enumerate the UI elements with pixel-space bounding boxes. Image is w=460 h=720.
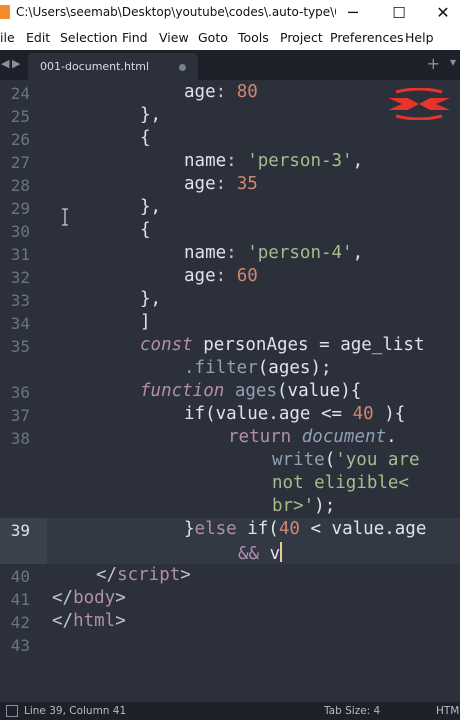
tab-size[interactable]: Tab Size: 4 <box>324 705 380 717</box>
code-line-26: { <box>140 128 151 148</box>
menu-goto[interactable]: Goto <box>198 30 228 45</box>
code-line-31: name: 'person-4', <box>184 243 364 263</box>
code-line-35: const personAges = age_list <box>140 335 425 355</box>
window-title: C:\Users\seemab\Desktop\youtube\codes\.a… <box>16 5 336 19</box>
menu-project[interactable]: Project <box>280 30 323 45</box>
status-bar: Line 39, Column 41 Tab Size: 4 HTM <box>0 702 460 720</box>
tab-label: 001-document.html <box>40 60 150 73</box>
code-line-38-wrap-1: write('you are <box>272 450 420 470</box>
tab-scroll-right-icon[interactable]: ▶ <box>12 57 20 70</box>
unsaved-dot-icon[interactable] <box>179 64 186 71</box>
line-number: 37 <box>10 406 30 425</box>
line-number: 34 <box>10 314 30 333</box>
line-number: 42 <box>10 613 30 632</box>
code-line-30: { <box>140 220 151 240</box>
line-number: 28 <box>10 176 30 195</box>
line-number: 41 <box>10 590 30 609</box>
menu-view[interactable]: View <box>159 30 189 45</box>
menu-selection[interactable]: Selection <box>60 30 118 45</box>
line-number: 43 <box>10 636 30 655</box>
new-tab-icon[interactable]: + <box>427 54 440 73</box>
title-bar: C:\Users\seemab\Desktop\youtube\codes\.a… <box>0 0 460 26</box>
code-line-41: </body> <box>52 588 126 608</box>
line-number: 24 <box>10 84 30 103</box>
tab-001-document[interactable]: 001-document.html <box>28 53 198 80</box>
code-line-29: }, <box>140 197 162 217</box>
ibeam-cursor-icon <box>62 208 68 226</box>
code-line-39-wrap: && v <box>238 542 283 564</box>
menu-preferences[interactable]: Preferences <box>330 30 404 45</box>
code-line-40: </script> <box>96 565 191 585</box>
code-line-38-wrap-3: br>'); <box>272 496 336 516</box>
line-number: 33 <box>10 291 30 310</box>
tab-bar: ◀ ▶ 001-document.html + ▾ <box>0 50 460 80</box>
code-line-34: ] <box>140 312 151 332</box>
line-number-current: 39 <box>10 521 30 540</box>
minimize-button[interactable]: ─ <box>338 2 368 24</box>
line-number: 31 <box>10 245 30 264</box>
line-number: 32 <box>10 268 30 287</box>
tab-scroll-left-icon[interactable]: ◀ <box>1 57 9 70</box>
code-line-38-wrap-2: not eligible< <box>272 473 409 493</box>
cursor-position: Line 39, Column 41 <box>24 705 127 717</box>
panel-toggle-icon[interactable] <box>6 705 18 717</box>
line-number: 29 <box>10 199 30 218</box>
line-number: 30 <box>10 222 30 241</box>
line-number: 40 <box>10 567 30 586</box>
line-number: 27 <box>10 153 30 172</box>
code-line-33: }, <box>140 289 162 309</box>
menu-edit[interactable]: Edit <box>26 30 50 45</box>
code-line-37: if(value.age <= 40 ){ <box>184 404 406 424</box>
code-line-25: }, <box>140 105 162 125</box>
code-line-24: age: 80 <box>184 82 258 102</box>
sublime-app-icon <box>0 5 10 19</box>
menu-file[interactable]: ile <box>0 30 15 45</box>
menu-tools[interactable]: Tools <box>238 30 269 45</box>
code-editor[interactable]: 24 25 26 27 28 29 30 31 32 33 34 35 36 3… <box>0 82 460 702</box>
maximize-button[interactable]: ☐ <box>384 2 414 24</box>
menu-help[interactable]: Help <box>405 30 434 45</box>
code-line-38: return document. <box>228 427 397 447</box>
line-number: 36 <box>10 383 30 402</box>
code-line-35-wrap: .filter(ages); <box>184 358 332 378</box>
code-line-36: function ages(value){ <box>140 381 362 401</box>
code-line-42: </html> <box>52 611 126 631</box>
menu-find[interactable]: Find <box>122 30 148 45</box>
line-number: 26 <box>10 130 30 149</box>
close-button[interactable]: ✕ <box>428 2 458 24</box>
line-number: 38 <box>10 429 30 448</box>
tab-list-chevron-icon[interactable]: ▾ <box>450 55 456 69</box>
code-line-27: name: 'person-3', <box>184 151 364 171</box>
menu-bar: ile Edit Selection Find View Goto Tools … <box>0 26 460 51</box>
text-cursor <box>280 542 283 562</box>
code-line-39: }else if(40 < value.age <box>184 519 427 539</box>
code-line-28: age: 35 <box>184 174 258 194</box>
code-line-32: age: 60 <box>184 266 258 286</box>
syntax-mode[interactable]: HTM <box>436 705 459 717</box>
line-number: 35 <box>10 337 30 356</box>
line-number: 25 <box>10 107 30 126</box>
